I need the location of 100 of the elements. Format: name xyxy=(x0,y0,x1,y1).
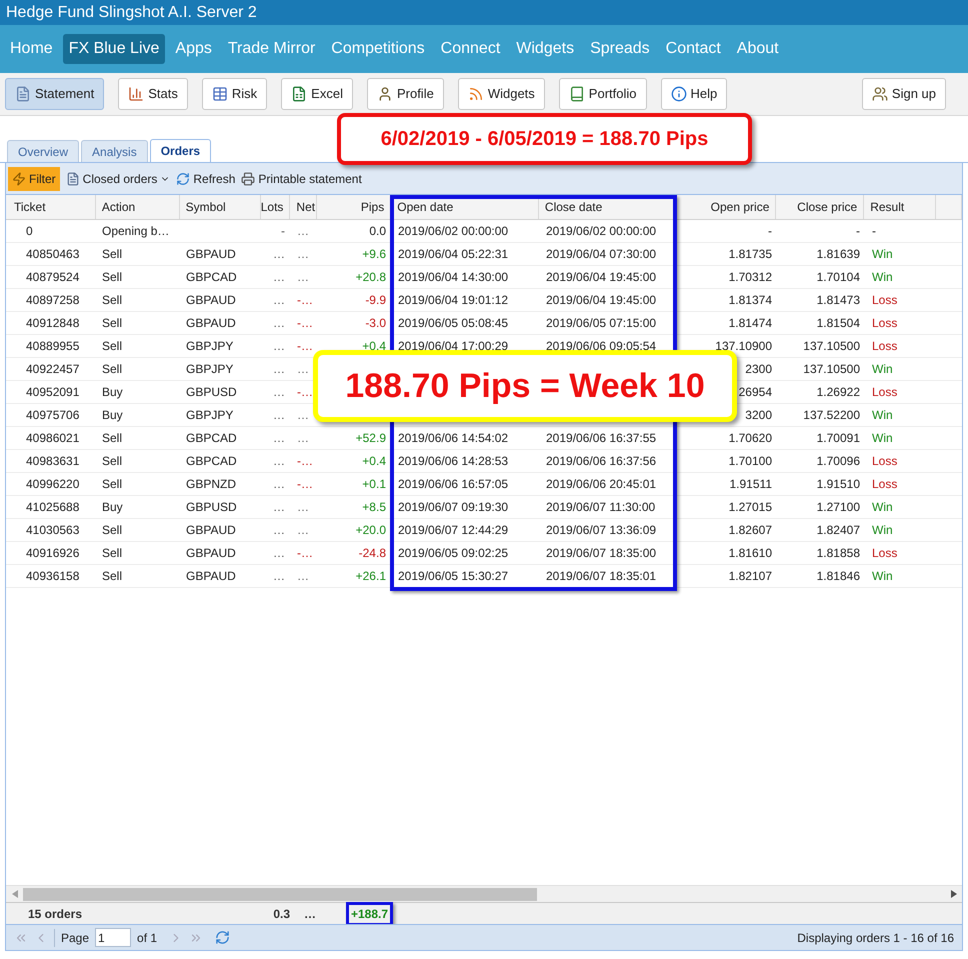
column-header[interactable]: Close date xyxy=(538,195,676,219)
table-cell-text: +0.1 xyxy=(362,476,386,493)
table-cell-text: 1.26922 xyxy=(816,384,860,401)
column-header[interactable]: Pips xyxy=(317,195,392,219)
bar-chart-icon xyxy=(128,86,144,102)
table-cell-text: 2019/06/07 12:44:29 xyxy=(398,522,508,539)
table-cell-text: 40975706 xyxy=(25,407,80,424)
table-cell-text: GBPUSD xyxy=(186,384,237,401)
column-header[interactable]: Result xyxy=(864,195,936,219)
table-cell-text: 40912848 xyxy=(25,315,80,332)
table-cell-text: 2019/06/06 16:57:05 xyxy=(398,476,508,493)
table-cell-text: 2019/06/05 15:30:27 xyxy=(398,568,508,585)
table-cell-text: -3.0 xyxy=(365,315,386,332)
table-cell-text: -24.8 xyxy=(358,545,386,562)
table-cell-text: 1.81374 xyxy=(728,292,772,309)
column-header[interactable]: Net xyxy=(290,195,318,219)
table-cell-text: - xyxy=(856,223,860,240)
toolbar-button[interactable]: Risk xyxy=(202,78,268,110)
table-cell-text: Loss xyxy=(872,453,898,470)
toolbar-button[interactable]: Help xyxy=(660,78,728,110)
horizontal-scrollbar[interactable] xyxy=(6,885,962,902)
refresh-icon[interactable] xyxy=(215,930,230,945)
table-cell-text: Opening b… xyxy=(102,223,170,240)
nav-link[interactable]: FX Blue Live xyxy=(62,34,166,64)
table-cell-text: … xyxy=(297,407,309,424)
table-cell-text: -… xyxy=(297,338,313,355)
toolbar-button[interactable]: Portfolio xyxy=(558,78,646,110)
table-cell-text: Sell xyxy=(102,338,122,355)
table-cell-text: 1.81504 xyxy=(816,315,860,332)
scroll-left-icon[interactable] xyxy=(12,890,18,898)
toolbar-button[interactable]: Statement xyxy=(5,78,104,110)
column-header[interactable]: Lots xyxy=(261,195,290,219)
table-cell-text: 2019/06/07 13:36:09 xyxy=(546,522,656,539)
column-header[interactable]: Symbol xyxy=(180,195,262,219)
tab[interactable]: Orders xyxy=(150,139,212,162)
table-cell-text: 1.81735 xyxy=(728,246,772,263)
info-icon xyxy=(670,86,686,102)
table-cell-text: Loss xyxy=(872,476,898,493)
sign-up-button[interactable]: Sign up xyxy=(862,78,946,110)
callout-text: 188.70 Pips = Week 10 xyxy=(345,366,705,406)
table-cell-text: 41030563 xyxy=(25,522,80,539)
table-cell-text: Loss xyxy=(872,292,898,309)
table-cell-text: +0.4 xyxy=(362,453,386,470)
table-cell-text: -… xyxy=(297,292,313,309)
table-cell-text: GBPAUD xyxy=(186,568,236,585)
table-cell-text: Win xyxy=(872,407,893,424)
table-cell-text: Win xyxy=(872,522,893,539)
tab[interactable]: Analysis xyxy=(81,140,148,162)
table-cell-text: - xyxy=(281,223,285,240)
scrollbar-thumb[interactable] xyxy=(23,888,537,900)
page-field[interactable]: 1 xyxy=(95,928,132,947)
toolbar-button[interactable]: Excel xyxy=(281,78,353,110)
table-cell-text: Buy xyxy=(102,384,123,401)
table-cell-text: Sell xyxy=(102,522,122,539)
table-cell-text: +20.8 xyxy=(356,269,386,286)
table-cell-text: 2019/06/04 19:01:12 xyxy=(398,292,508,309)
table-cell-text: Buy xyxy=(102,407,123,424)
column-header[interactable]: Ticket xyxy=(8,195,96,219)
table-cell-text: Loss xyxy=(872,315,898,332)
column-header[interactable]: Close price xyxy=(776,195,864,219)
table-cell-text: 40952091 xyxy=(25,384,80,401)
document-icon xyxy=(15,86,31,102)
refresh-button[interactable]: Refresh xyxy=(176,170,236,188)
column-header[interactable]: Open date xyxy=(391,195,539,219)
column-header[interactable]: Open price xyxy=(676,195,776,219)
table-cell-text: 2019/06/06 09:05:54 xyxy=(546,338,656,355)
closed-orders-dropdown[interactable]: Closed orders xyxy=(66,170,170,188)
toolbar-button[interactable]: Profile xyxy=(366,78,444,110)
table-cell-text: GBPJPY xyxy=(186,338,234,355)
table-cell-text: 1.91511 xyxy=(730,476,772,493)
scroll-right-icon[interactable] xyxy=(950,890,956,898)
window-title: Hedge Fund Slingshot A.I. Server 2 xyxy=(6,2,257,22)
order-count: 15 orders xyxy=(27,906,84,922)
page-count: of 1 xyxy=(137,930,158,946)
toolbar-button[interactable]: Widgets xyxy=(458,78,545,110)
table-cell-text: 2019/06/06 14:28:53 xyxy=(398,453,508,470)
print-button[interactable]: Printable statement xyxy=(241,170,362,188)
table-cell-text: Sell xyxy=(102,361,122,378)
table-cell-text: GBPNZD xyxy=(186,476,236,493)
filter-button[interactable]: Filter xyxy=(8,166,60,190)
table-cell-text: 2019/06/05 09:02:25 xyxy=(398,545,508,562)
table-cell-text: +26.1 xyxy=(356,568,386,585)
table-cell-text: 26954 xyxy=(738,384,772,401)
table-cell-text: Sell xyxy=(102,568,122,585)
table-cell-text: +0.4 xyxy=(362,338,386,355)
table-cell-text: 2019/06/04 17:00:29 xyxy=(398,338,508,355)
table-cell-text: 2019/06/04 14:30:00 xyxy=(398,269,508,286)
tab[interactable]: Overview xyxy=(7,140,80,162)
column-header[interactable]: Action xyxy=(96,195,180,219)
table-cell-text: … xyxy=(297,223,309,240)
table-cell-text: 1.70620 xyxy=(728,430,772,447)
table-cell-text: Sell xyxy=(102,315,122,332)
table-cell-text: Sell xyxy=(102,545,122,562)
table-cell-text: 1.70104 xyxy=(816,269,860,286)
table-cell-text: … xyxy=(297,246,309,263)
table-cell-text: 40922457 xyxy=(25,361,80,378)
toolbar-button[interactable]: Stats xyxy=(118,78,188,110)
table-icon xyxy=(212,86,228,102)
table-cell-text: … xyxy=(297,430,309,447)
table-cell-text: GBPJPY xyxy=(186,361,234,378)
